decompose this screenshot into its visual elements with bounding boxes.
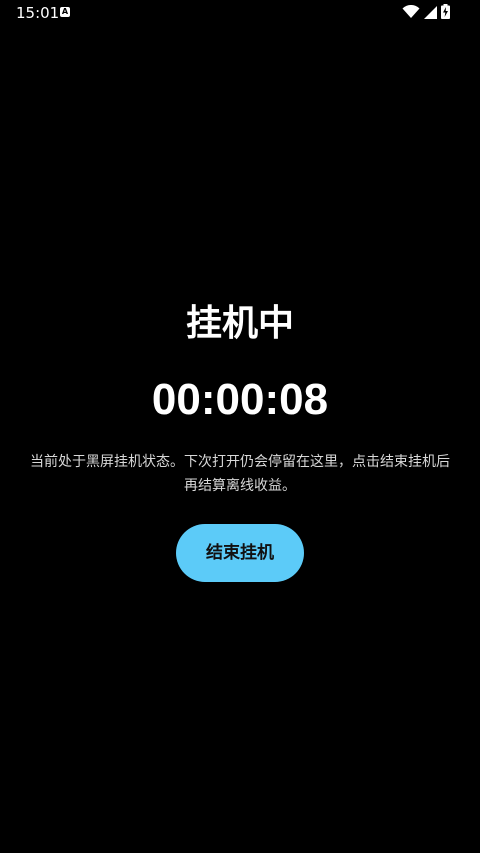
page-title: 挂机中: [185, 303, 294, 344]
end-idle-button[interactable]: 结束挂机: [176, 524, 304, 582]
elapsed-timer: 00:00:08: [151, 375, 329, 424]
idle-screen: 挂机中 00:00:08 当前处于黑屏挂机状态。下次打开仍会停留在这里，点击结束…: [0, 0, 480, 853]
description-text: 当前处于黑屏挂机状态。下次打开仍会停留在这里，点击结束挂机后再结算离线收益。: [30, 454, 450, 494]
